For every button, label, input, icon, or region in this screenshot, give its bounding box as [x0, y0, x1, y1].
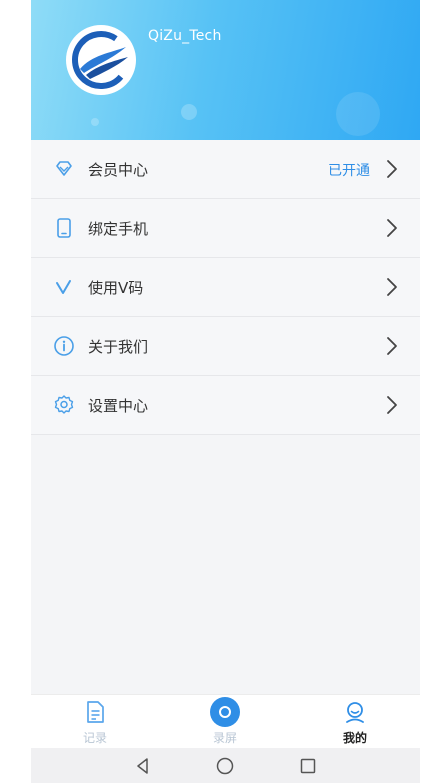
chevron-right-icon [387, 160, 397, 178]
profile-header: QiZu_Tech [31, 0, 420, 140]
tab-label: 录屏 [212, 731, 237, 745]
document-icon [87, 701, 104, 723]
tab-screen-record[interactable]: 录屏 [185, 695, 265, 749]
home-icon[interactable] [216, 757, 234, 775]
menu-label: 绑定手机 [88, 220, 149, 238]
bottom-tab-bar: 记录 录屏 我的 [31, 694, 420, 749]
menu-item-bind-phone[interactable]: 绑定手机 [31, 199, 420, 258]
qizu-logo-icon [72, 31, 130, 89]
menu-label: 关于我们 [88, 338, 149, 356]
phone-icon [57, 218, 71, 238]
record-icon [210, 697, 240, 727]
decorative-bubble [91, 118, 99, 126]
membership-status: 已开通 [328, 163, 370, 179]
gear-icon [54, 395, 74, 414]
chevron-right-icon [387, 219, 397, 237]
back-icon[interactable] [134, 757, 152, 775]
app-screen: QiZu_Tech 会员中心 已开通 绑定手机 使用V码 关于我们 设置中心 记… [31, 0, 420, 783]
diamond-icon [56, 161, 72, 176]
menu-label: 会员中心 [88, 161, 149, 179]
v-icon [56, 280, 71, 294]
decorative-bubble [336, 92, 380, 136]
chevron-right-icon [387, 337, 397, 355]
decorative-bubble [181, 104, 197, 120]
tab-mine[interactable]: 我的 [315, 695, 395, 749]
chevron-right-icon [387, 396, 397, 414]
menu-item-about-us[interactable]: 关于我们 [31, 317, 420, 376]
avatar[interactable] [66, 25, 136, 95]
menu-item-settings-center[interactable]: 设置中心 [31, 376, 420, 435]
info-icon [54, 336, 74, 356]
menu-item-member-center[interactable]: 会员中心 已开通 [31, 140, 420, 199]
chevron-right-icon [387, 278, 397, 296]
username: QiZu_Tech [148, 28, 222, 44]
settings-menu: 会员中心 已开通 绑定手机 使用V码 关于我们 设置中心 [31, 140, 420, 435]
tab-label: 我的 [342, 731, 367, 745]
menu-label: 设置中心 [88, 397, 149, 415]
profile-icon [346, 702, 364, 723]
menu-label: 使用V码 [88, 279, 144, 297]
recents-icon[interactable] [299, 757, 317, 775]
menu-item-use-v-code[interactable]: 使用V码 [31, 258, 420, 317]
tab-label: 记录 [82, 731, 107, 745]
system-navigation-bar [31, 748, 420, 783]
tab-records[interactable]: 记录 [55, 695, 135, 749]
